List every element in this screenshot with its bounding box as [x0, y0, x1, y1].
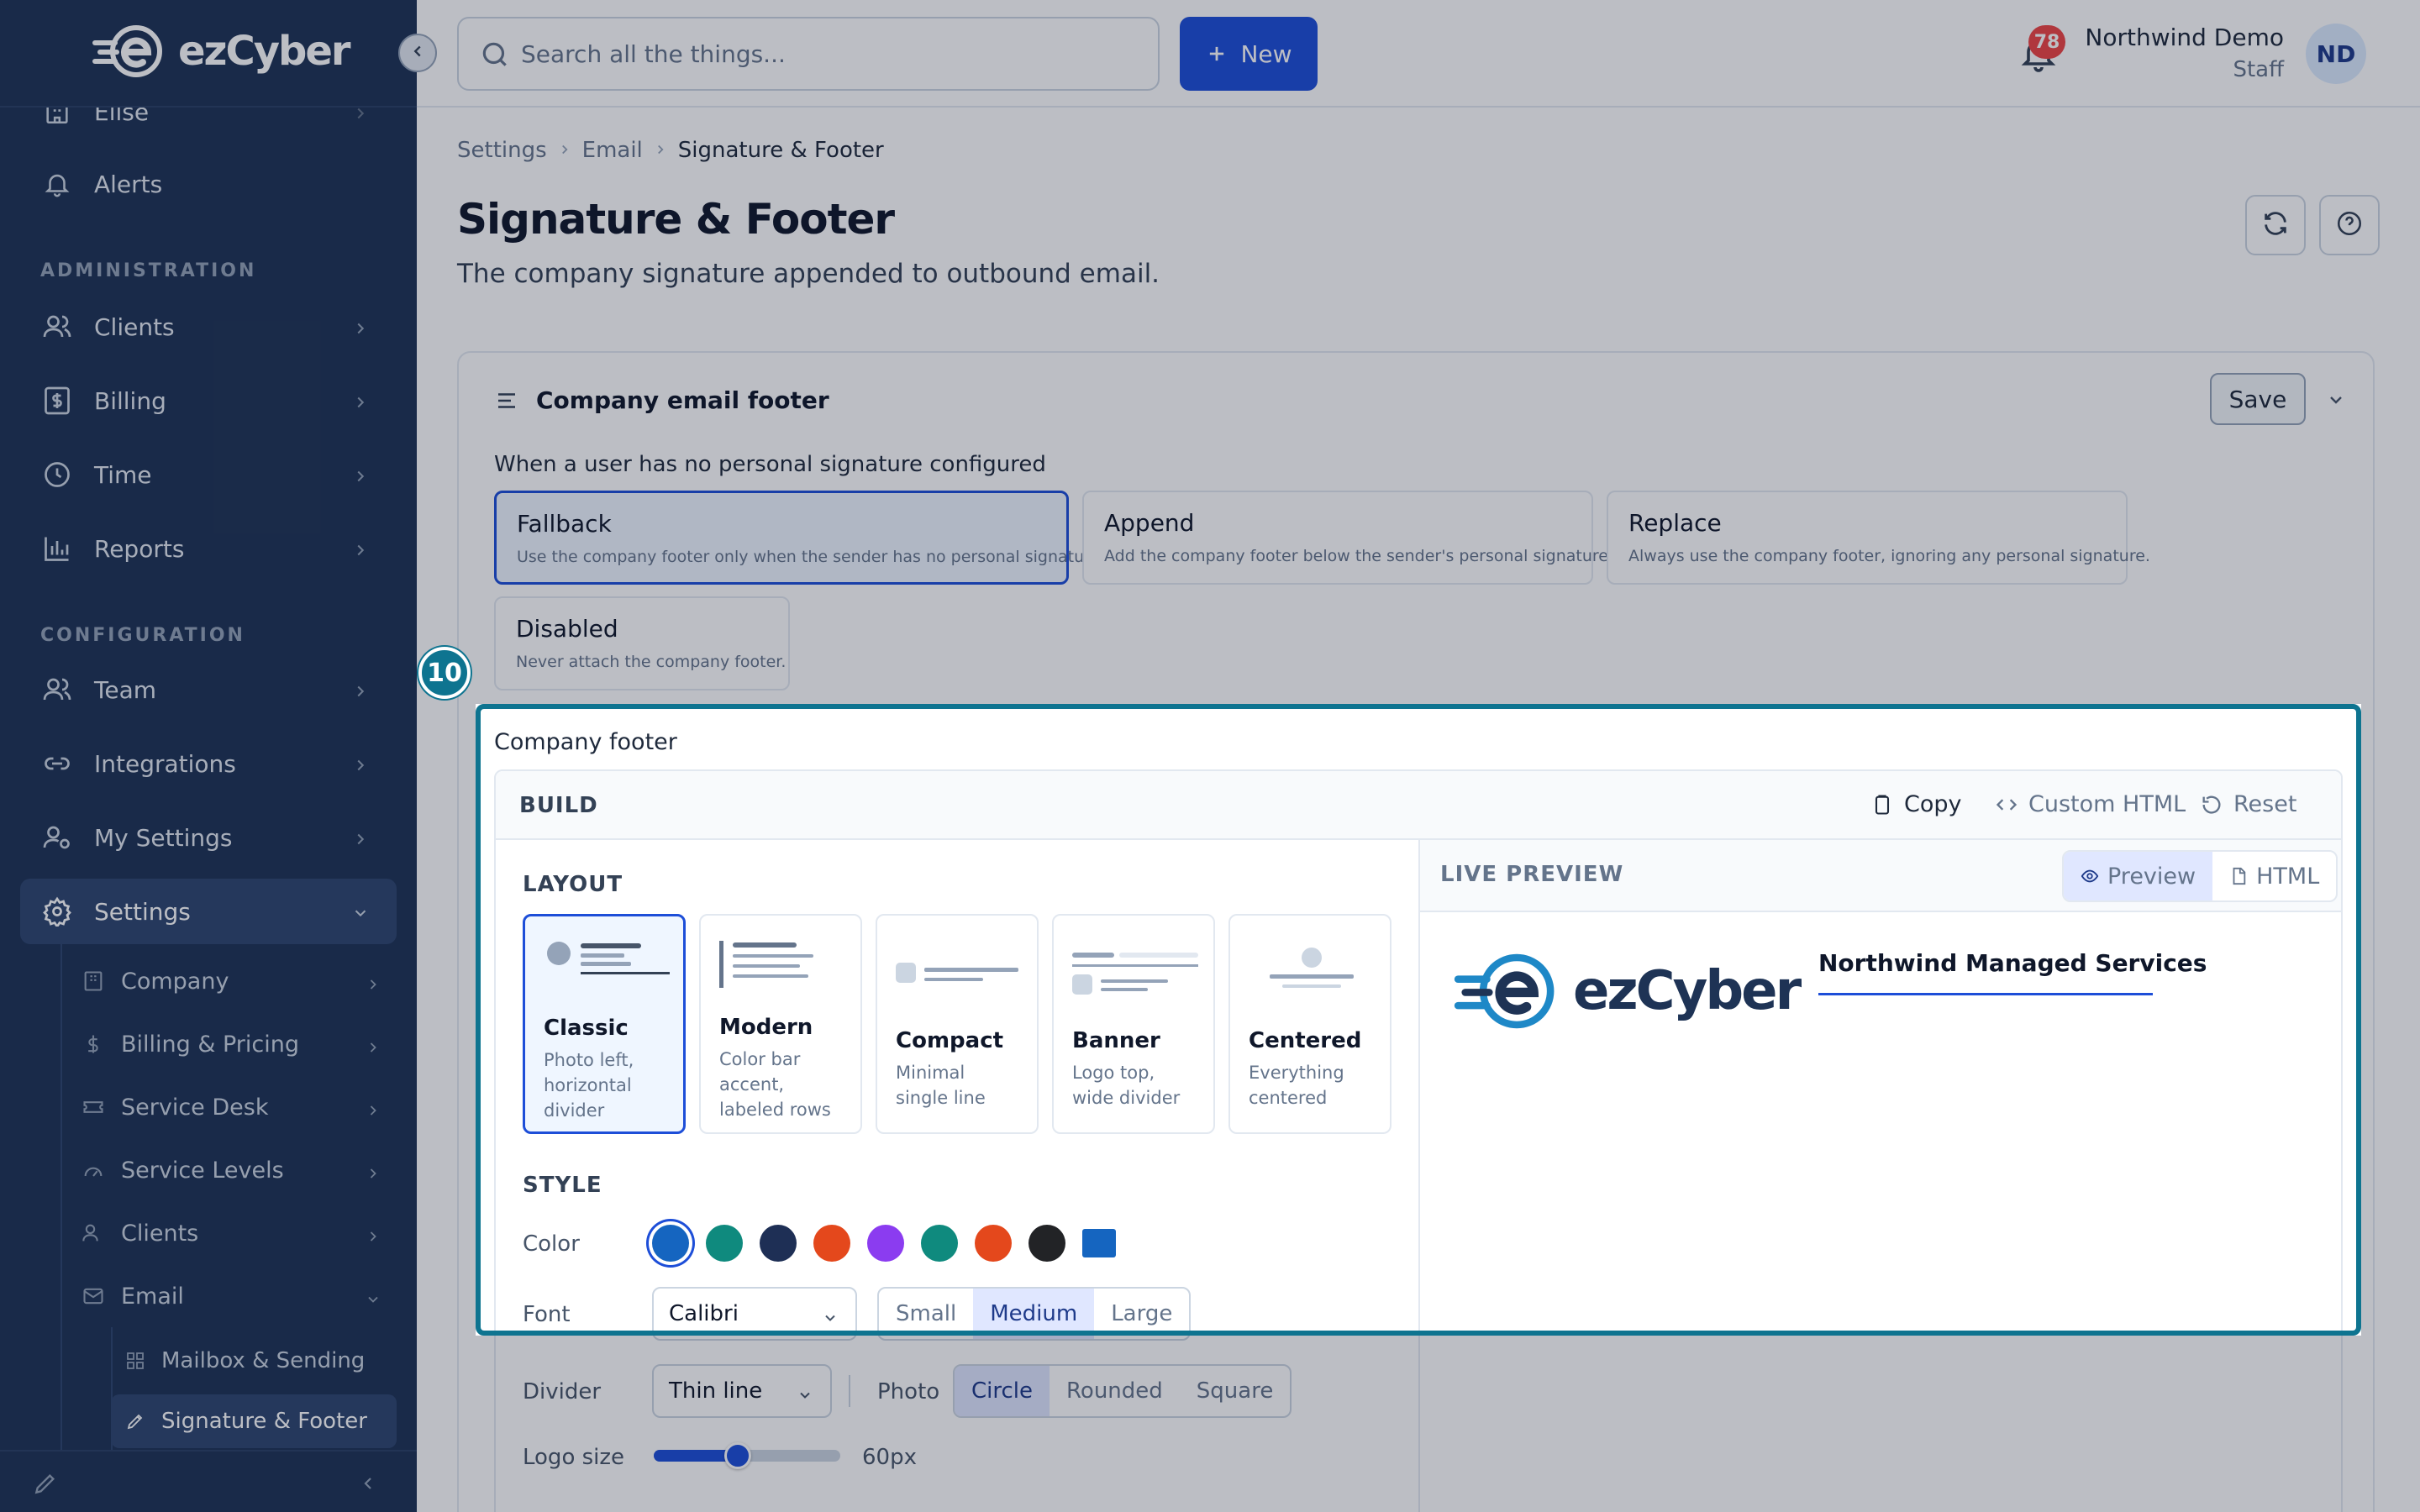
tour-overlay-top — [0, 0, 2420, 704]
tour-overlay-right — [2361, 704, 2420, 1336]
tour-overlay-left — [0, 704, 476, 1336]
tour-spotlight-frame — [476, 704, 2361, 1336]
tour-overlay-bottom — [0, 1336, 2420, 1512]
tour-step-badge: 10 — [418, 647, 471, 699]
